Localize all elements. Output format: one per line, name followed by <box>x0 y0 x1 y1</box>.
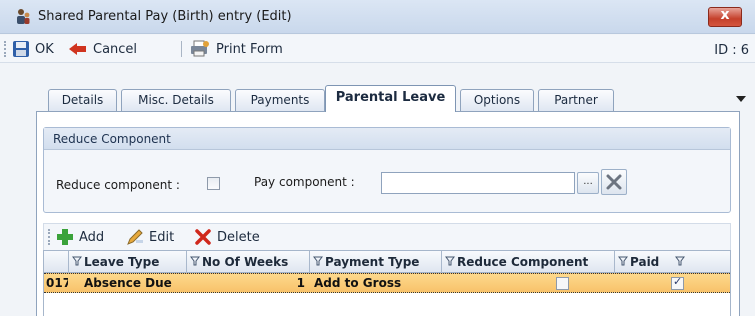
toolbar-separator <box>181 41 182 57</box>
reduce-component-label: Reduce component : <box>56 178 180 192</box>
ok-button[interactable]: OK <box>12 39 54 59</box>
reduce-component-cell-checkbox[interactable] <box>556 277 569 290</box>
dialog-window: Shared Parental Pay (Birth) entry (Edit)… <box>0 0 755 316</box>
tab-payments[interactable]: Payments <box>235 89 325 111</box>
grid-toolbar-grip[interactable] <box>48 229 50 245</box>
cancel-button[interactable]: Cancel <box>68 39 137 59</box>
parental-leave-page: Reduce Component Reduce component : Pay … <box>36 111 740 316</box>
filter-icon[interactable] <box>313 256 323 266</box>
tab-misc-details[interactable]: Misc. Details <box>121 89 231 111</box>
clear-button[interactable] <box>601 169 627 195</box>
close-icon: x <box>720 7 730 23</box>
ok-label: OK <box>35 41 54 57</box>
grid-header: Leave Type No Of Weeks Payment Type Redu… <box>44 251 730 273</box>
close-button[interactable]: x <box>708 7 742 27</box>
filter-icon[interactable] <box>190 256 200 266</box>
clear-x-icon <box>606 174 622 190</box>
column-header-no-of-weeks[interactable]: No Of Weeks <box>187 251 310 273</box>
add-label: Add <box>79 229 105 245</box>
delete-button[interactable]: Delete <box>194 228 260 246</box>
column-header-leave-type[interactable]: Leave Type <box>69 251 187 273</box>
filter-icon[interactable] <box>675 256 685 266</box>
main-toolbar: OK Cancel Print Form ID : 6 <box>0 35 755 63</box>
group-title: Reduce Component <box>53 132 171 146</box>
tab-dropdown-icon[interactable] <box>736 96 746 102</box>
title-bar: Shared Parental Pay (Birth) entry (Edit)… <box>0 0 755 34</box>
filter-icon[interactable] <box>445 256 455 266</box>
cancel-label: Cancel <box>93 41 138 57</box>
tab-details[interactable]: Details <box>48 89 117 111</box>
reduce-component-group: Reduce Component Reduce component : Pay … <box>43 127 731 213</box>
column-header-payment-type[interactable]: Payment Type <box>310 251 442 273</box>
paid-cell-checkbox[interactable]: ✓ <box>671 275 684 290</box>
add-icon <box>57 229 73 245</box>
window-title: Shared Parental Pay (Birth) entry (Edit) <box>38 9 292 24</box>
tab-strip: Details Misc. Details Payments Parental … <box>0 63 755 112</box>
grid-toolbar: Add Edit Delete <box>43 223 731 250</box>
group-header: Reduce Component <box>44 128 730 150</box>
weeks-cell: 1 <box>296 276 305 290</box>
table-row[interactable]: 017 Absence Due 1 Add to Gross ✓ <box>44 273 730 293</box>
browse-button[interactable]: ... <box>577 172 599 194</box>
pay-component-input[interactable] <box>381 172 575 194</box>
printer-icon <box>191 40 209 57</box>
tab-partner[interactable]: Partner <box>538 89 614 111</box>
ellipsis-icon: ... <box>583 176 593 187</box>
edit-label: Edit <box>149 229 175 245</box>
payment-type-cell: Add to Gross <box>314 276 402 290</box>
back-arrow-icon <box>69 43 86 55</box>
filter-icon[interactable] <box>72 256 82 266</box>
check-icon: ✓ <box>673 275 683 288</box>
leave-type-cell: Absence Due <box>84 276 172 290</box>
delete-x-icon <box>195 229 211 245</box>
people-icon <box>17 9 30 24</box>
reduce-component-checkbox[interactable] <box>207 177 220 190</box>
pay-component-label: Pay component : <box>254 175 355 189</box>
delete-label: Delete <box>217 229 260 245</box>
filter-icon[interactable] <box>618 256 628 266</box>
print-form-button[interactable]: Print Form <box>189 39 283 59</box>
column-header-paid[interactable]: Paid <box>615 251 730 273</box>
print-form-label: Print Form <box>216 41 283 57</box>
tab-options[interactable]: Options <box>460 89 534 111</box>
edit-pencil-icon <box>127 229 143 245</box>
toolbar-grip[interactable] <box>4 41 6 57</box>
record-id: ID : 6 <box>714 43 749 58</box>
leave-grid: Leave Type No Of Weeks Payment Type Redu… <box>43 250 731 316</box>
tab-parental-leave[interactable]: Parental Leave <box>325 85 456 112</box>
date-cell: 017 <box>46 276 68 290</box>
save-icon <box>13 41 29 57</box>
column-header-date[interactable] <box>44 251 69 273</box>
add-button[interactable]: Add <box>56 228 104 246</box>
column-header-reduce-component[interactable]: Reduce Component <box>442 251 615 273</box>
edit-button[interactable]: Edit <box>126 228 174 246</box>
